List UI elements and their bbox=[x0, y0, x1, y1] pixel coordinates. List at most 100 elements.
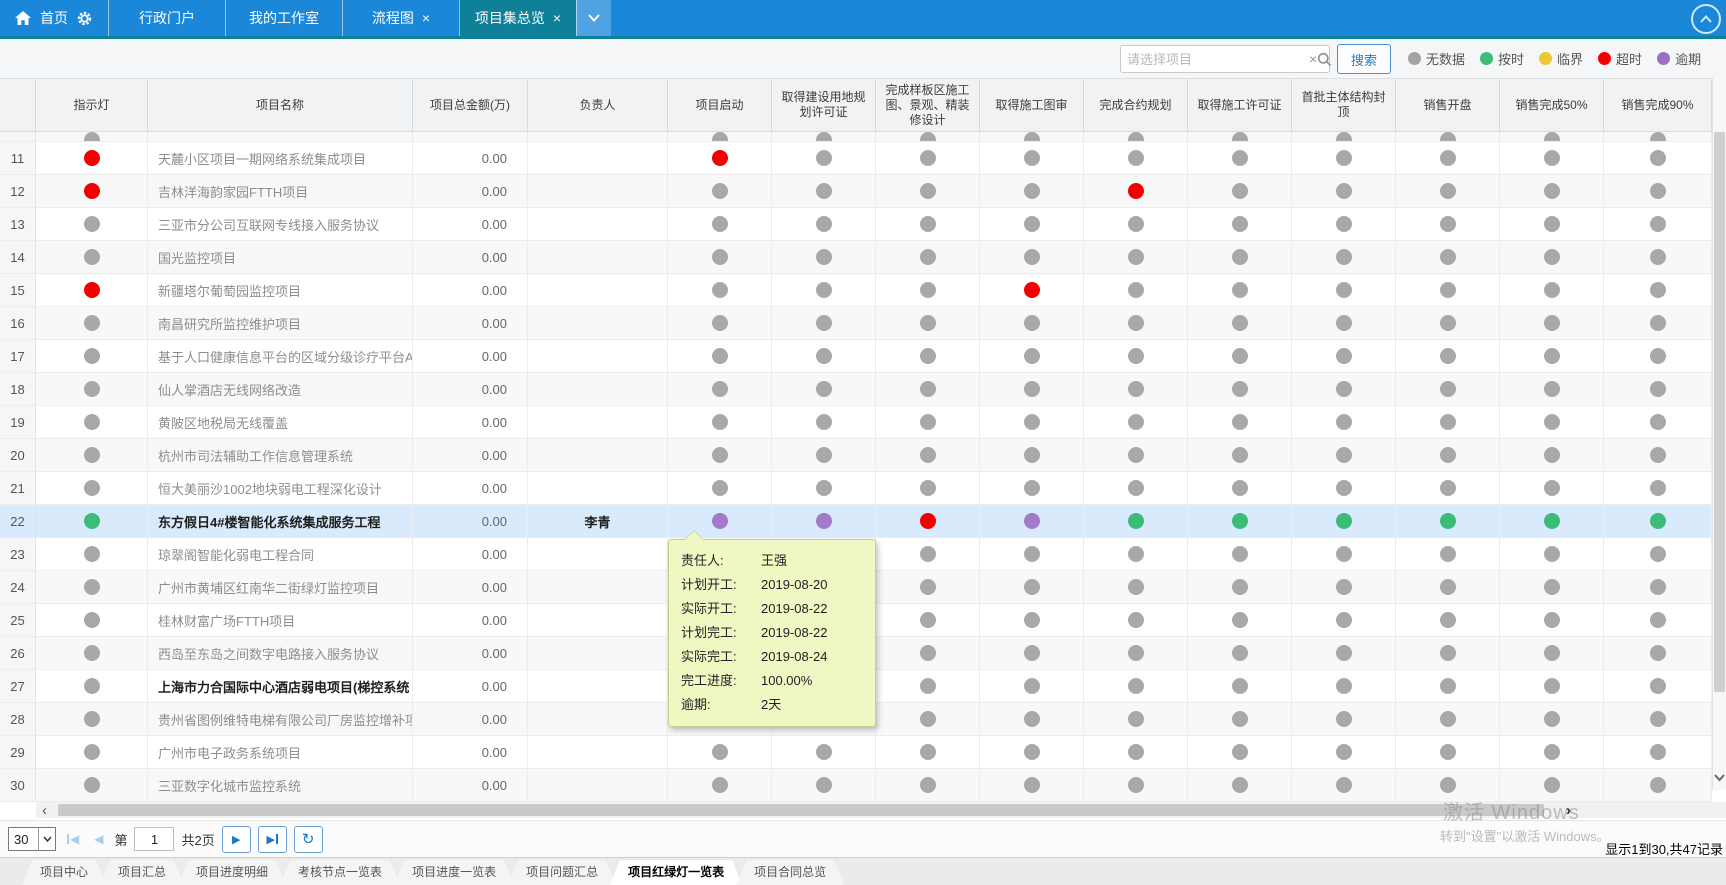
table-row[interactable]: 21恒大美丽沙1002地块弱电工程深化设计0.00 bbox=[0, 472, 1712, 505]
status-dot[interactable] bbox=[1024, 132, 1040, 142]
project-search-input[interactable] bbox=[1121, 52, 1309, 67]
milestone-cell[interactable] bbox=[772, 736, 876, 769]
status-dot[interactable] bbox=[712, 447, 728, 463]
milestone-cell[interactable] bbox=[876, 571, 980, 604]
milestone-cell[interactable] bbox=[1604, 208, 1712, 241]
milestone-cell[interactable] bbox=[1188, 670, 1292, 703]
status-dot[interactable] bbox=[1650, 579, 1666, 595]
status-dot[interactable] bbox=[1544, 711, 1560, 727]
status-dot[interactable] bbox=[1650, 132, 1666, 142]
milestone-cell[interactable] bbox=[1500, 604, 1604, 637]
milestone-cell[interactable] bbox=[876, 274, 980, 307]
status-dot[interactable] bbox=[1544, 777, 1560, 793]
milestone-cell[interactable] bbox=[1188, 241, 1292, 274]
status-dot[interactable] bbox=[712, 744, 728, 760]
status-dot[interactable] bbox=[1024, 645, 1040, 661]
milestone-cell[interactable] bbox=[1500, 439, 1604, 472]
milestone-cell[interactable] bbox=[1188, 703, 1292, 736]
milestone-cell[interactable] bbox=[1292, 175, 1396, 208]
project-name-cell[interactable]: 杭州市司法辅助工作信息管理系统 bbox=[148, 439, 413, 472]
milestone-cell[interactable] bbox=[1084, 406, 1188, 439]
status-dot[interactable] bbox=[1544, 744, 1560, 760]
milestone-cell[interactable] bbox=[1188, 769, 1292, 802]
milestone-cell[interactable] bbox=[980, 175, 1084, 208]
status-dot[interactable] bbox=[1336, 132, 1352, 142]
page-size-select[interactable]: 30 bbox=[8, 827, 56, 851]
indicator-dot[interactable] bbox=[84, 711, 100, 727]
table-row[interactable] bbox=[0, 132, 1712, 142]
status-dot[interactable] bbox=[1232, 546, 1248, 562]
status-dot[interactable] bbox=[1024, 678, 1040, 694]
status-dot[interactable] bbox=[1336, 546, 1352, 562]
status-dot[interactable] bbox=[816, 348, 832, 364]
milestone-cell[interactable] bbox=[668, 736, 772, 769]
milestone-cell[interactable] bbox=[1500, 571, 1604, 604]
indicator-dot[interactable] bbox=[84, 414, 100, 430]
status-dot[interactable] bbox=[1024, 447, 1040, 463]
milestone-cell[interactable] bbox=[1604, 241, 1712, 274]
milestone-cell[interactable] bbox=[876, 175, 980, 208]
status-dot[interactable] bbox=[1440, 513, 1456, 529]
milestone-cell[interactable] bbox=[1292, 274, 1396, 307]
project-select-box[interactable]: × bbox=[1120, 45, 1330, 73]
status-dot[interactable] bbox=[1650, 546, 1666, 562]
status-dot[interactable] bbox=[1440, 579, 1456, 595]
milestone-cell[interactable] bbox=[1604, 175, 1712, 208]
status-dot[interactable] bbox=[920, 711, 936, 727]
milestone-cell[interactable] bbox=[1500, 703, 1604, 736]
milestone-cell[interactable] bbox=[1500, 132, 1604, 142]
indicator-dot[interactable] bbox=[84, 579, 100, 595]
project-name-cell[interactable]: 新疆塔尔葡萄园监控项目 bbox=[148, 274, 413, 307]
status-dot[interactable] bbox=[1336, 579, 1352, 595]
status-dot[interactable] bbox=[1024, 315, 1040, 331]
milestone-cell[interactable] bbox=[772, 307, 876, 340]
milestone-cell[interactable] bbox=[980, 703, 1084, 736]
milestone-cell[interactable] bbox=[1292, 307, 1396, 340]
milestone-cell[interactable] bbox=[876, 538, 980, 571]
status-dot[interactable] bbox=[712, 183, 728, 199]
milestone-cell[interactable] bbox=[980, 340, 1084, 373]
close-icon[interactable]: × bbox=[553, 11, 561, 25]
milestone-cell[interactable] bbox=[1292, 208, 1396, 241]
milestone-cell[interactable] bbox=[668, 439, 772, 472]
milestone-cell[interactable] bbox=[1084, 175, 1188, 208]
project-name-cell[interactable] bbox=[148, 132, 413, 142]
milestone-cell[interactable] bbox=[980, 241, 1084, 274]
milestone-cell[interactable] bbox=[1604, 406, 1712, 439]
status-dot[interactable] bbox=[1128, 447, 1144, 463]
milestone-cell[interactable] bbox=[1292, 703, 1396, 736]
status-dot[interactable] bbox=[1024, 480, 1040, 496]
status-dot[interactable] bbox=[1544, 348, 1560, 364]
indicator-dot[interactable] bbox=[84, 249, 100, 265]
milestone-cell[interactable] bbox=[1604, 571, 1712, 604]
milestone-cell[interactable] bbox=[980, 274, 1084, 307]
status-dot[interactable] bbox=[712, 216, 728, 232]
bottom-tab-项目问题汇总[interactable]: 项目问题汇总 bbox=[508, 860, 616, 885]
status-dot[interactable] bbox=[1650, 645, 1666, 661]
milestone-cell[interactable] bbox=[1188, 637, 1292, 670]
status-dot[interactable] bbox=[1024, 150, 1040, 166]
milestone-cell[interactable] bbox=[1500, 505, 1604, 538]
milestone-cell[interactable] bbox=[1604, 736, 1712, 769]
status-dot[interactable] bbox=[1440, 546, 1456, 562]
status-dot[interactable] bbox=[712, 150, 728, 166]
status-dot[interactable] bbox=[1128, 348, 1144, 364]
status-dot[interactable] bbox=[1336, 183, 1352, 199]
status-dot[interactable] bbox=[1024, 711, 1040, 727]
milestone-cell[interactable] bbox=[1292, 769, 1396, 802]
status-dot[interactable] bbox=[816, 150, 832, 166]
milestone-cell[interactable] bbox=[1396, 571, 1500, 604]
status-dot[interactable] bbox=[816, 183, 832, 199]
milestone-cell[interactable] bbox=[1396, 406, 1500, 439]
column-header[interactable]: 指示灯 bbox=[36, 79, 148, 132]
status-dot[interactable] bbox=[1650, 150, 1666, 166]
status-dot[interactable] bbox=[1232, 150, 1248, 166]
vertical-scrollbar[interactable] bbox=[1712, 78, 1726, 790]
status-dot[interactable] bbox=[1650, 777, 1666, 793]
project-name-cell[interactable]: 天麓小区项目一期网络系统集成项目 bbox=[148, 142, 413, 175]
indicator-dot[interactable] bbox=[84, 183, 100, 199]
milestone-cell[interactable] bbox=[1500, 175, 1604, 208]
milestone-cell[interactable] bbox=[980, 604, 1084, 637]
status-dot[interactable] bbox=[1232, 711, 1248, 727]
milestone-cell[interactable] bbox=[980, 373, 1084, 406]
